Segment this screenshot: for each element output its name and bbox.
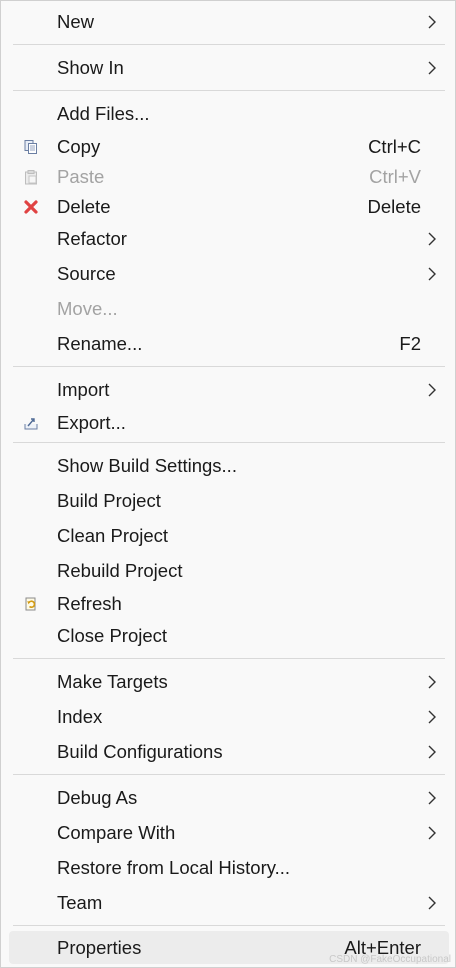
menu-item-show-build-settings[interactable]: Show Build Settings... [9, 449, 449, 482]
submenu-arrow-icon [428, 232, 436, 245]
menu-item-new[interactable]: New [9, 5, 449, 38]
menu-item-rename-shortcut: F2 [399, 332, 421, 354]
menu-separator [13, 658, 445, 659]
menu-item-refresh-label: Refresh [57, 592, 122, 614]
submenu-arrow-icon [428, 791, 436, 804]
submenu-arrow-icon [428, 383, 436, 396]
menu-item-compare-with[interactable]: Compare With [9, 816, 449, 849]
menu-item-delete-label: Delete [57, 195, 111, 217]
menu-item-rebuild-project-label: Rebuild Project [57, 559, 183, 581]
submenu-arrow-icon [428, 15, 436, 28]
copy-icon [24, 139, 37, 154]
menu-item-build-project[interactable]: Build Project [9, 484, 449, 517]
menu-item-export[interactable]: Export... [9, 406, 449, 439]
menu-item-copy-shortcut: Ctrl+C [368, 135, 421, 157]
menu-item-copy[interactable]: Copy Ctrl+C [9, 130, 449, 163]
menu-separator [13, 774, 445, 775]
menu-item-refactor-label: Refactor [57, 227, 127, 249]
menu-item-add-files[interactable]: Add Files... [9, 97, 449, 130]
menu-item-restore-local-history-label: Restore from Local History... [57, 856, 291, 878]
menu-item-close-project[interactable]: Close Project [9, 619, 449, 652]
menu-item-team[interactable]: Team [9, 886, 449, 919]
menu-item-show-in[interactable]: Show In [9, 51, 449, 84]
menu-item-import[interactable]: Import [9, 373, 449, 406]
submenu-arrow-icon [428, 896, 436, 909]
menu-separator [13, 44, 445, 45]
delete-icon [24, 199, 38, 214]
menu-item-restore-local-history[interactable]: Restore from Local History... [9, 851, 449, 884]
menu-item-debug-as[interactable]: Debug As [9, 781, 449, 814]
menu-item-rebuild-project[interactable]: Rebuild Project [9, 554, 449, 587]
menu-item-delete-shortcut: Delete [367, 195, 421, 217]
menu-item-compare-with-label: Compare With [57, 821, 176, 843]
menu-item-move[interactable]: Move... [9, 292, 449, 325]
menu-item-clean-project[interactable]: Clean Project [9, 519, 449, 552]
submenu-arrow-icon [428, 267, 436, 280]
menu-item-index-label: Index [57, 705, 103, 727]
menu-item-make-targets[interactable]: Make Targets [9, 665, 449, 698]
menu-item-build-configurations[interactable]: Build Configurations [9, 735, 449, 768]
menu-separator [13, 366, 445, 367]
menu-item-make-targets-label: Make Targets [57, 670, 168, 692]
menu-item-source[interactable]: Source [9, 257, 449, 290]
paste-icon [25, 169, 37, 184]
menu-item-paste-shortcut: Ctrl+V [369, 165, 421, 187]
menu-item-clean-project-label: Clean Project [57, 524, 169, 546]
menu-separator [13, 925, 445, 926]
menu-item-refresh[interactable]: Refresh [9, 587, 449, 620]
menu-item-rename[interactable]: Rename... F2 [9, 327, 449, 360]
submenu-arrow-icon [428, 710, 436, 723]
export-icon [24, 417, 38, 429]
submenu-arrow-icon [428, 61, 436, 74]
menu-item-show-in-label: Show In [57, 56, 124, 78]
watermark: CSDN @FakeOccupational [329, 954, 451, 965]
menu-item-rename-label: Rename... [57, 332, 143, 354]
menu-item-refactor[interactable]: Refactor [9, 222, 449, 255]
menu-item-close-project-label: Close Project [57, 624, 168, 646]
menu-item-properties-label: Properties [57, 936, 142, 958]
menu-item-build-project-label: Build Project [57, 489, 161, 511]
submenu-arrow-icon [428, 826, 436, 839]
context-menu: New Show In Add Files... Copy Ctrl+C Pas… [0, 0, 456, 968]
menu-separator [13, 90, 445, 91]
menu-item-build-configurations-label: Build Configurations [57, 740, 223, 762]
menu-item-export-label: Export... [57, 411, 126, 433]
menu-item-new-label: New [57, 10, 95, 32]
menu-item-show-build-settings-label: Show Build Settings... [57, 454, 237, 476]
menu-item-add-files-label: Add Files... [57, 102, 150, 124]
menu-separator [13, 442, 445, 443]
menu-item-move-label: Move... [57, 297, 118, 319]
menu-item-copy-label: Copy [57, 135, 101, 157]
menu-item-index[interactable]: Index [9, 700, 449, 733]
submenu-arrow-icon [428, 745, 436, 758]
submenu-arrow-icon [428, 675, 436, 688]
refresh-icon [25, 597, 36, 610]
menu-item-paste[interactable]: Paste Ctrl+V [9, 160, 449, 193]
menu-item-source-label: Source [57, 262, 116, 284]
menu-item-debug-as-label: Debug As [57, 786, 138, 808]
menu-item-paste-label: Paste [57, 165, 105, 187]
menu-item-team-label: Team [57, 891, 103, 913]
menu-item-delete[interactable]: Delete Delete [9, 190, 449, 223]
menu-item-import-label: Import [57, 378, 110, 400]
